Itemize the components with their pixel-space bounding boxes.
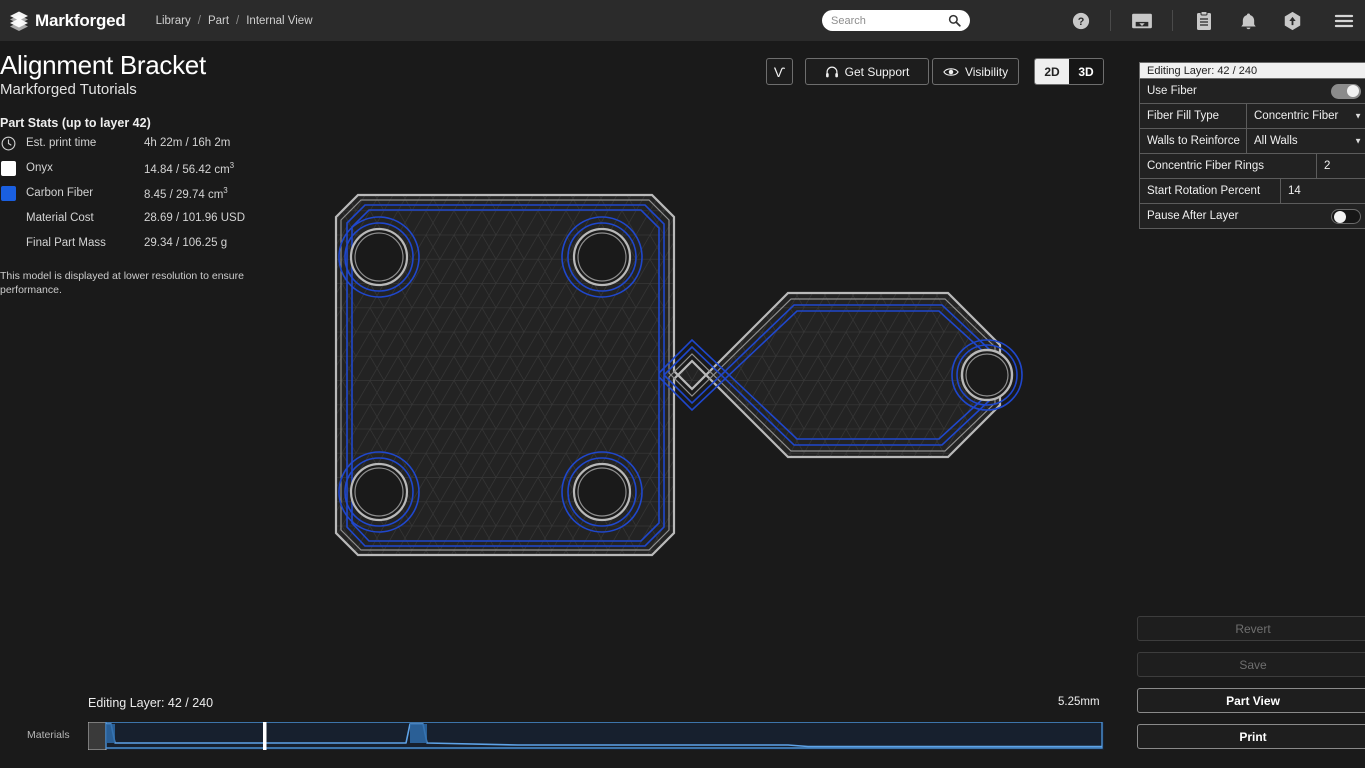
stat-value: 29.34 / 106.25 g (144, 237, 228, 250)
setting-value: All Walls (1254, 135, 1298, 147)
breadcrumb-item-part[interactable]: Part (208, 15, 229, 27)
stat-label: Carbon Fiber (26, 187, 94, 200)
stat-value: 28.69 / 101.96 USD (144, 212, 246, 225)
print-button[interactable]: Print (1137, 724, 1365, 749)
resolution-note: This model is displayed at lower resolut… (0, 270, 244, 297)
hamburger-menu-icon[interactable] (1331, 8, 1357, 34)
svg-text:?: ? (1078, 16, 1085, 28)
fiber-fill-type-select[interactable]: Concentric Fiber ▼ (1246, 104, 1365, 128)
setting-label: Pause After Layer (1147, 210, 1239, 222)
setting-value: 2 (1324, 160, 1331, 172)
setting-row-start-rotation-percent[interactable]: Start Rotation Percent 14 (1139, 179, 1365, 204)
walls-to-reinforce-select[interactable]: All Walls ▼ (1246, 129, 1365, 153)
stat-value: 4h 22m / 16h 2m (144, 137, 231, 150)
part-subtitle: Markforged Tutorials (0, 81, 137, 99)
nav-divider (1172, 10, 1173, 31)
clock-icon (0, 135, 16, 151)
breadcrumb-separator: / (197, 14, 201, 27)
stat-row-material-cost: Material Cost 28.69 / 101.96 USD (0, 206, 300, 230)
stat-value: 8.45 / 29.74 cm3 (144, 185, 228, 201)
markforged-logo-icon (8, 10, 30, 32)
setting-label: Concentric Fiber Rings (1147, 160, 1264, 172)
page-title: Alignment Bracket (0, 50, 206, 80)
setting-label: Fiber Fill Type (1147, 110, 1220, 122)
part-geometry (334, 193, 1023, 557)
layer-slider-bar: Editing Layer: 42 / 240 5.25mm Materials (0, 686, 1135, 768)
nav-divider (1110, 10, 1111, 31)
setting-value: Concentric Fiber (1254, 110, 1339, 122)
use-fiber-toggle[interactable] (1331, 83, 1361, 99)
hole-right (951, 339, 1023, 411)
setting-row-concentric-fiber-rings[interactable]: Concentric Fiber Rings 2 (1139, 154, 1365, 179)
model-viewport[interactable] (300, 41, 1135, 686)
stat-value: 14.84 / 56.42 cm3 (144, 160, 235, 176)
breadcrumb-separator: / (236, 14, 240, 27)
stats-heading: Part Stats (up to layer 42) (0, 116, 151, 131)
editing-layer-label: Editing Layer: 42 / 240 (88, 696, 214, 710)
pause-after-layer-toggle[interactable] (1331, 208, 1361, 224)
top-navigation-bar: Markforged Library / Part / Internal Vie… (0, 0, 1365, 41)
hole-top-middle (561, 216, 643, 298)
layer-timeline-track[interactable] (87, 718, 1104, 754)
setting-row-walls-to-reinforce[interactable]: Walls to Reinforce All Walls ▼ (1139, 129, 1365, 154)
setting-label: Walls to Reinforce (1147, 135, 1240, 147)
search-icon[interactable] (948, 14, 961, 27)
stat-label: Onyx (26, 162, 53, 175)
breadcrumb-item-internal-view[interactable]: Internal View (246, 15, 312, 27)
part-stats-panel: Alignment Bracket Markforged Tutorials P… (0, 41, 300, 297)
stat-label: Est. print time (26, 137, 97, 150)
bell-icon[interactable] (1235, 8, 1261, 34)
revert-button[interactable]: Revert (1137, 616, 1365, 641)
printer-icon[interactable] (1129, 8, 1155, 34)
upload-hex-icon[interactable] (1279, 8, 1305, 34)
stat-label: Final Part Mass (26, 237, 106, 250)
editing-layer-header: Editing Layer: 42 / 240 (1139, 62, 1365, 79)
stat-row-final-part-mass: Final Part Mass 29.34 / 106.25 g (0, 231, 300, 255)
stat-row-onyx: Onyx 14.84 / 56.42 cm3 (0, 156, 300, 180)
setting-value: 14 (1288, 185, 1301, 197)
save-button[interactable]: Save (1137, 652, 1365, 677)
concentric-fiber-rings-input[interactable]: 2 (1316, 154, 1365, 178)
materials-label: Materials (27, 729, 70, 741)
setting-row-fiber-fill-type[interactable]: Fiber Fill Type Concentric Fiber ▼ (1139, 104, 1365, 129)
carbon-fiber-color-swatch (0, 185, 16, 201)
layer-height-label: 5.25mm (1058, 696, 1100, 708)
brand-logo[interactable]: Markforged (8, 10, 126, 32)
chevron-down-icon: ▼ (1354, 136, 1362, 146)
onyx-color-swatch (0, 160, 16, 176)
setting-label: Use Fiber (1147, 85, 1197, 97)
setting-label: Start Rotation Percent (1147, 185, 1261, 197)
search-input[interactable] (831, 14, 943, 27)
help-icon[interactable]: ? (1068, 8, 1094, 34)
hole-top-left (338, 216, 420, 298)
stat-row-print-time: Est. print time 4h 22m / 16h 2m (0, 131, 300, 155)
part-view-button[interactable]: Part View (1137, 688, 1365, 713)
layer-playhead (263, 718, 267, 754)
stat-row-carbon-fiber: Carbon Fiber 8.45 / 29.74 cm3 (0, 181, 300, 205)
clipboard-icon[interactable] (1191, 8, 1217, 34)
brand-name: Markforged (35, 10, 126, 30)
hole-bottom-middle (561, 451, 643, 533)
stat-label: Material Cost (26, 212, 94, 225)
layer-settings-panel: Editing Layer: 42 / 240 Use Fiber Fiber … (1139, 62, 1365, 229)
breadcrumb: Library / Part / Internal View (156, 15, 313, 27)
hole-bottom-left (338, 451, 420, 533)
start-rotation-percent-input[interactable]: 14 (1280, 179, 1365, 203)
setting-row-use-fiber[interactable]: Use Fiber (1139, 79, 1365, 104)
search-box[interactable] (822, 10, 970, 31)
setting-row-pause-after-layer[interactable]: Pause After Layer (1139, 204, 1365, 229)
breadcrumb-item-library[interactable]: Library (156, 15, 191, 27)
chevron-down-icon: ▼ (1354, 111, 1362, 121)
